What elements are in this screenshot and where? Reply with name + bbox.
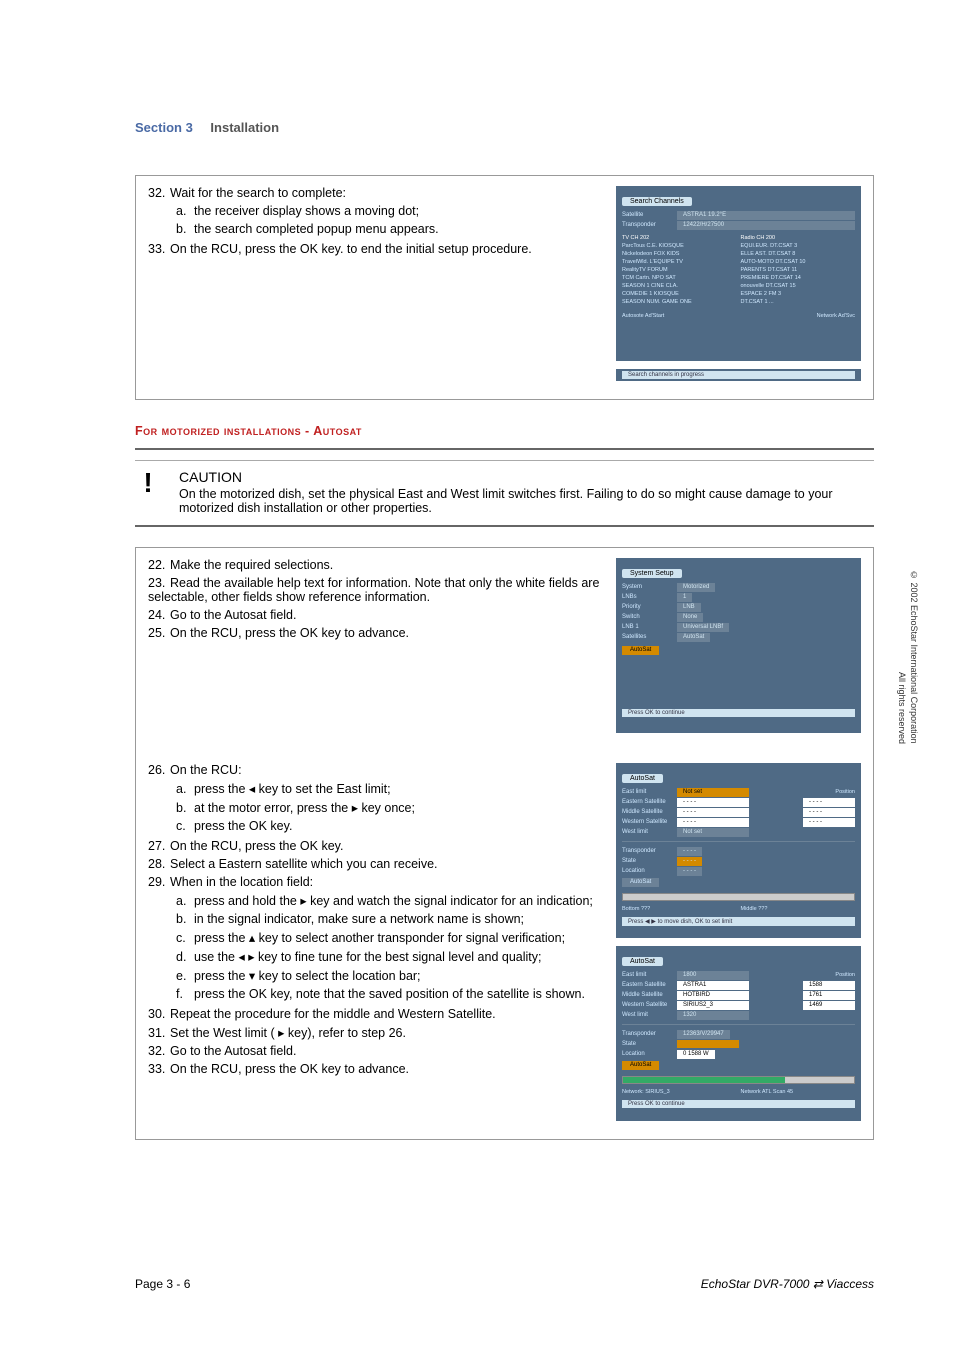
caution-block: ! CAUTION On the motorized dish, set the… — [135, 448, 874, 527]
caution-icon: ! — [135, 467, 161, 499]
substep-label: a. — [176, 894, 194, 908]
step-text: Go to the Autosat field. — [170, 608, 296, 622]
step-list: 32.Wait for the search to complete: a.th… — [148, 186, 602, 256]
caution-body: On the motorized dish, set the physical … — [179, 487, 874, 515]
substep-text: press the OK key. — [194, 819, 292, 833]
step-number: 24. — [148, 608, 170, 622]
step-text: On the RCU, press the OK key. to end the… — [170, 242, 532, 256]
step-text: Set the West limit ( ▸ key), refer to st… — [170, 1026, 406, 1040]
substep-label: b. — [176, 801, 194, 815]
substep-text: the search completed popup menu appears. — [194, 222, 439, 236]
ss-tab: Search Channels — [622, 197, 692, 206]
step-text: Go to the Autosat field. — [170, 1044, 296, 1058]
subheading-autosat: For motorized installations - Autosat — [135, 424, 874, 438]
substep-text: the receiver display shows a moving dot; — [194, 204, 419, 218]
step-list: 22.Make the required selections. 23.Read… — [148, 558, 602, 640]
page-number: Page 3 - 6 — [135, 1277, 190, 1291]
instruction-box-2: 22.Make the required selections. 23.Read… — [135, 547, 874, 1140]
step-text: Wait for the search to complete: — [170, 186, 346, 200]
substep-text: in the signal indicator, make sure a net… — [194, 912, 524, 926]
step-text: Select a Eastern satellite which you can… — [170, 857, 438, 871]
substep-text: at the motor error, press the ▸ key once… — [194, 801, 415, 815]
step-number: 28. — [148, 857, 170, 871]
substep-label: f. — [176, 987, 194, 1001]
substep-label: b. — [176, 222, 194, 236]
step-number: 23. — [148, 576, 170, 590]
caution-title: CAUTION — [179, 469, 874, 485]
ss-tab: System Setup — [622, 569, 682, 578]
step-number: 29. — [148, 875, 170, 889]
page-header: Section 3 Installation — [135, 120, 874, 135]
ss-tab: AutoSat — [622, 774, 663, 783]
substep-label: c. — [176, 931, 194, 945]
step-text: Repeat the procedure for the middle and … — [170, 1007, 496, 1021]
step-list: 26.On the RCU: a.press the ◂ key to set … — [148, 763, 602, 1076]
ss-tab: AutoSat — [622, 957, 663, 966]
screenshot-search-channels: Search Channels SatelliteASTRA1 19.2°E T… — [616, 186, 861, 361]
step-number: 27. — [148, 839, 170, 853]
step-number: 26. — [148, 763, 170, 777]
step-text: Read the available help text for informa… — [148, 576, 599, 604]
screenshot-autosat-2: AutoSat East limit1800Position Eastern S… — [616, 946, 861, 1121]
substep-label: e. — [176, 969, 194, 983]
step-number: 33. — [148, 1062, 170, 1076]
footer-model: EchoStar DVR-7000 ⇄ Viaccess — [701, 1277, 874, 1291]
substep-text: use the ◂ ▸ key to fine tune for the bes… — [194, 950, 541, 964]
step-number: 31. — [148, 1026, 170, 1040]
substep-text: press the ◂ key to set the East limit; — [194, 782, 391, 796]
substep-label: a. — [176, 782, 194, 796]
step-number: 32. — [148, 1044, 170, 1058]
ss-button: AutoSat — [622, 646, 659, 655]
substep-text: press and hold the ▸ key and watch the s… — [194, 894, 593, 908]
section-title: Installation — [210, 120, 279, 135]
step-number: 22. — [148, 558, 170, 572]
step-number: 32. — [148, 186, 170, 200]
step-text: When in the location field: — [170, 875, 313, 889]
copyright-side: © 2002 EchoStar International Corporatio… — [896, 570, 920, 744]
substep-label: b. — [176, 912, 194, 926]
step-number: 25. — [148, 626, 170, 640]
screenshot-search-bar: Search channels in progress — [616, 369, 861, 381]
substep-label: c. — [176, 819, 194, 833]
substep-text: press the ▴ key to select another transp… — [194, 931, 565, 945]
instruction-box-1: 32.Wait for the search to complete: a.th… — [135, 175, 874, 400]
page-footer: Page 3 - 6 EchoStar DVR-7000 ⇄ Viaccess — [135, 1277, 874, 1291]
section-number: Section 3 — [135, 120, 193, 135]
step-number: 30. — [148, 1007, 170, 1021]
step-text: On the RCU, press the OK key to advance. — [170, 1062, 409, 1076]
step-number: 33. — [148, 242, 170, 256]
step-text: Make the required selections. — [170, 558, 333, 572]
substep-label: a. — [176, 204, 194, 218]
screenshot-autosat-1: AutoSat East limitNot setPosition Easter… — [616, 763, 861, 938]
substep-text: press the OK key, note that the saved po… — [194, 987, 585, 1001]
step-text: On the RCU, press the OK key to advance. — [170, 626, 409, 640]
substep-text: press the ▾ key to select the location b… — [194, 969, 421, 983]
step-text: On the RCU: — [170, 763, 242, 777]
step-text: On the RCU, press the OK key. — [170, 839, 343, 853]
screenshot-system-setup: System Setup SystemMotorized LNBs1 Prior… — [616, 558, 861, 733]
substep-label: d. — [176, 950, 194, 964]
